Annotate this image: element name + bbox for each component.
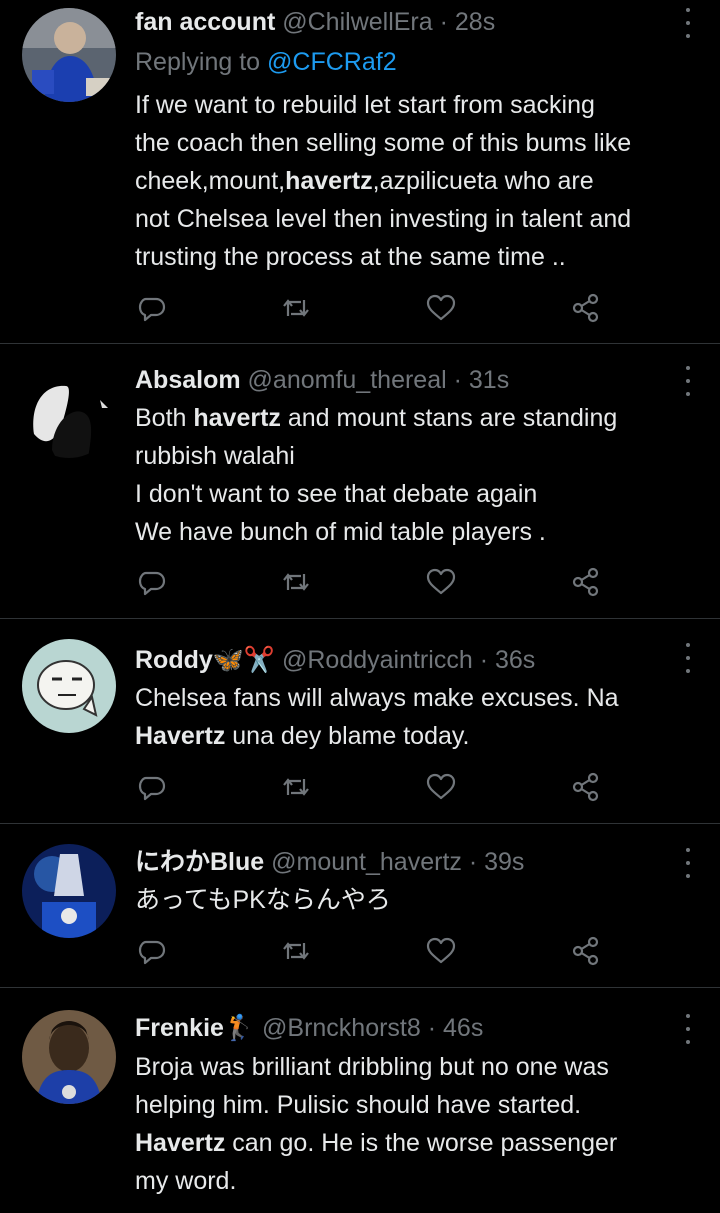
tweet-text-line: Havertz una dey blame today. [135, 722, 470, 750]
tweet-header: Frenkie🏌 @Brnckhorst8 · 46s [135, 1010, 680, 1046]
separator-dot: · [468, 848, 478, 876]
tweet-text-line: Broja was brilliant dribbling but no one… [135, 1053, 609, 1081]
share-icon[interactable] [569, 291, 603, 325]
tweet[interactable]: にわかBlue @mount_havertz · 39s あってもPKならんやろ [0, 824, 720, 988]
avatar[interactable] [22, 364, 116, 458]
tweet[interactable]: Frenkie🏌 @Brnckhorst8 · 46s Broja was br… [0, 988, 720, 1213]
user-handle[interactable]: @anomfu_thereal [248, 366, 447, 394]
tweet-actions [135, 770, 605, 804]
user-handle[interactable]: @Roddyaintricch [282, 646, 473, 674]
tweet-text-line: trusting the process at the same time .. [135, 243, 566, 271]
tweet-header: Roddy🦋✂️ @Roddyaintricch · 36s [135, 642, 680, 678]
timestamp[interactable]: 46s [443, 1014, 483, 1042]
tweet-text-line: rubbish walahi [135, 442, 295, 470]
reply-icon[interactable] [135, 770, 169, 804]
avatar[interactable] [22, 1010, 116, 1104]
tweet[interactable]: Roddy🦋✂️ @Roddyaintricch · 36s Chelsea f… [0, 619, 720, 824]
timestamp[interactable]: 31s [469, 366, 509, 394]
more-icon[interactable] [682, 643, 694, 673]
tweet-header: にわかBlue @mount_havertz · 39s [135, 844, 680, 880]
avatar[interactable] [22, 639, 116, 733]
avatar[interactable] [22, 844, 116, 938]
tweet-text-line: Chelsea fans will always make excuses. N… [135, 684, 619, 712]
tweet-text-line: I don't want to see that debate again [135, 480, 538, 508]
tweet-text-line: あってもPKならんやろ [135, 886, 391, 914]
like-icon[interactable] [424, 565, 458, 599]
tweet[interactable]: Absalom @anomfu_thereal · 31s Both haver… [0, 344, 720, 619]
tweet-actions [135, 934, 605, 968]
display-name[interactable]: fan account [135, 8, 275, 36]
like-icon[interactable] [424, 770, 458, 804]
tweet-text: Chelsea fans will always make excuses. N… [135, 679, 705, 755]
tweet-text-line: helping him. Pulisic should have started… [135, 1091, 582, 1119]
share-icon[interactable] [569, 770, 603, 804]
display-name[interactable]: Roddy🦋✂️ [135, 646, 275, 674]
tweet-text-line: not Chelsea level then investing in tale… [135, 205, 632, 233]
replying-to-label: Replying to [135, 48, 268, 76]
tweet-text-line: the coach then selling some of this bums… [135, 129, 632, 157]
display-name[interactable]: Frenkie🏌 [135, 1014, 255, 1042]
tweet[interactable]: fan account @ChilwellEra · 28s Replying … [0, 0, 720, 344]
retweet-icon[interactable] [279, 770, 313, 804]
tweet-text-line: Havertz can go. He is the worse passenge… [135, 1129, 618, 1157]
separator-dot: · [479, 646, 489, 674]
tweet-header: Absalom @anomfu_thereal · 31s [135, 362, 680, 398]
more-icon[interactable] [682, 848, 694, 878]
user-handle[interactable]: @ChilwellEra [282, 8, 432, 36]
tweet-text: Broja was brilliant dribbling but no one… [135, 1048, 705, 1200]
like-icon[interactable] [424, 934, 458, 968]
retweet-icon[interactable] [279, 934, 313, 968]
avatar[interactable] [22, 8, 116, 102]
timestamp[interactable]: 36s [495, 646, 535, 674]
display-name[interactable]: にわかBlue [135, 848, 264, 876]
display-name[interactable]: Absalom [135, 366, 241, 394]
tweet-text: If we want to rebuild let start from sac… [135, 86, 705, 276]
share-icon[interactable] [569, 565, 603, 599]
replying-to-handle[interactable]: @CFCRaf2 [267, 48, 397, 76]
user-handle[interactable]: @Brnckhorst8 [262, 1014, 421, 1042]
tweet-header: fan account @ChilwellEra · 28s [135, 4, 680, 40]
tweet-text-line: If we want to rebuild let start from sac… [135, 91, 595, 119]
more-icon[interactable] [682, 1014, 694, 1044]
reply-icon[interactable] [135, 934, 169, 968]
separator-dot: · [439, 8, 448, 36]
tweet-text: あってもPKならんやろ [135, 881, 705, 919]
tweet-actions [135, 291, 605, 325]
more-icon[interactable] [682, 366, 694, 396]
separator-dot: · [453, 366, 462, 394]
tweet-text-line: cheek,mount,havertz,azpilicueta who are [135, 167, 594, 195]
like-icon[interactable] [424, 291, 458, 325]
share-icon[interactable] [569, 934, 603, 968]
tweet-text-line: We have bunch of mid table players . [135, 518, 546, 546]
replying-to: Replying to @CFCRaf2 [135, 43, 397, 81]
timestamp[interactable]: 39s [484, 848, 524, 876]
retweet-icon[interactable] [279, 291, 313, 325]
reply-icon[interactable] [135, 565, 169, 599]
separator-dot: · [427, 1014, 437, 1042]
reply-icon[interactable] [135, 291, 169, 325]
tweet-text: Both havertz and mount stans are standin… [135, 399, 705, 551]
tweet-text-line: Both havertz and mount stans are standin… [135, 404, 618, 432]
tweet-actions [135, 565, 605, 599]
timestamp[interactable]: 28s [455, 8, 495, 36]
tweet-text-line: my word. [135, 1167, 237, 1195]
retweet-icon[interactable] [279, 565, 313, 599]
more-icon[interactable] [682, 8, 694, 38]
user-handle[interactable]: @mount_havertz [271, 848, 462, 876]
